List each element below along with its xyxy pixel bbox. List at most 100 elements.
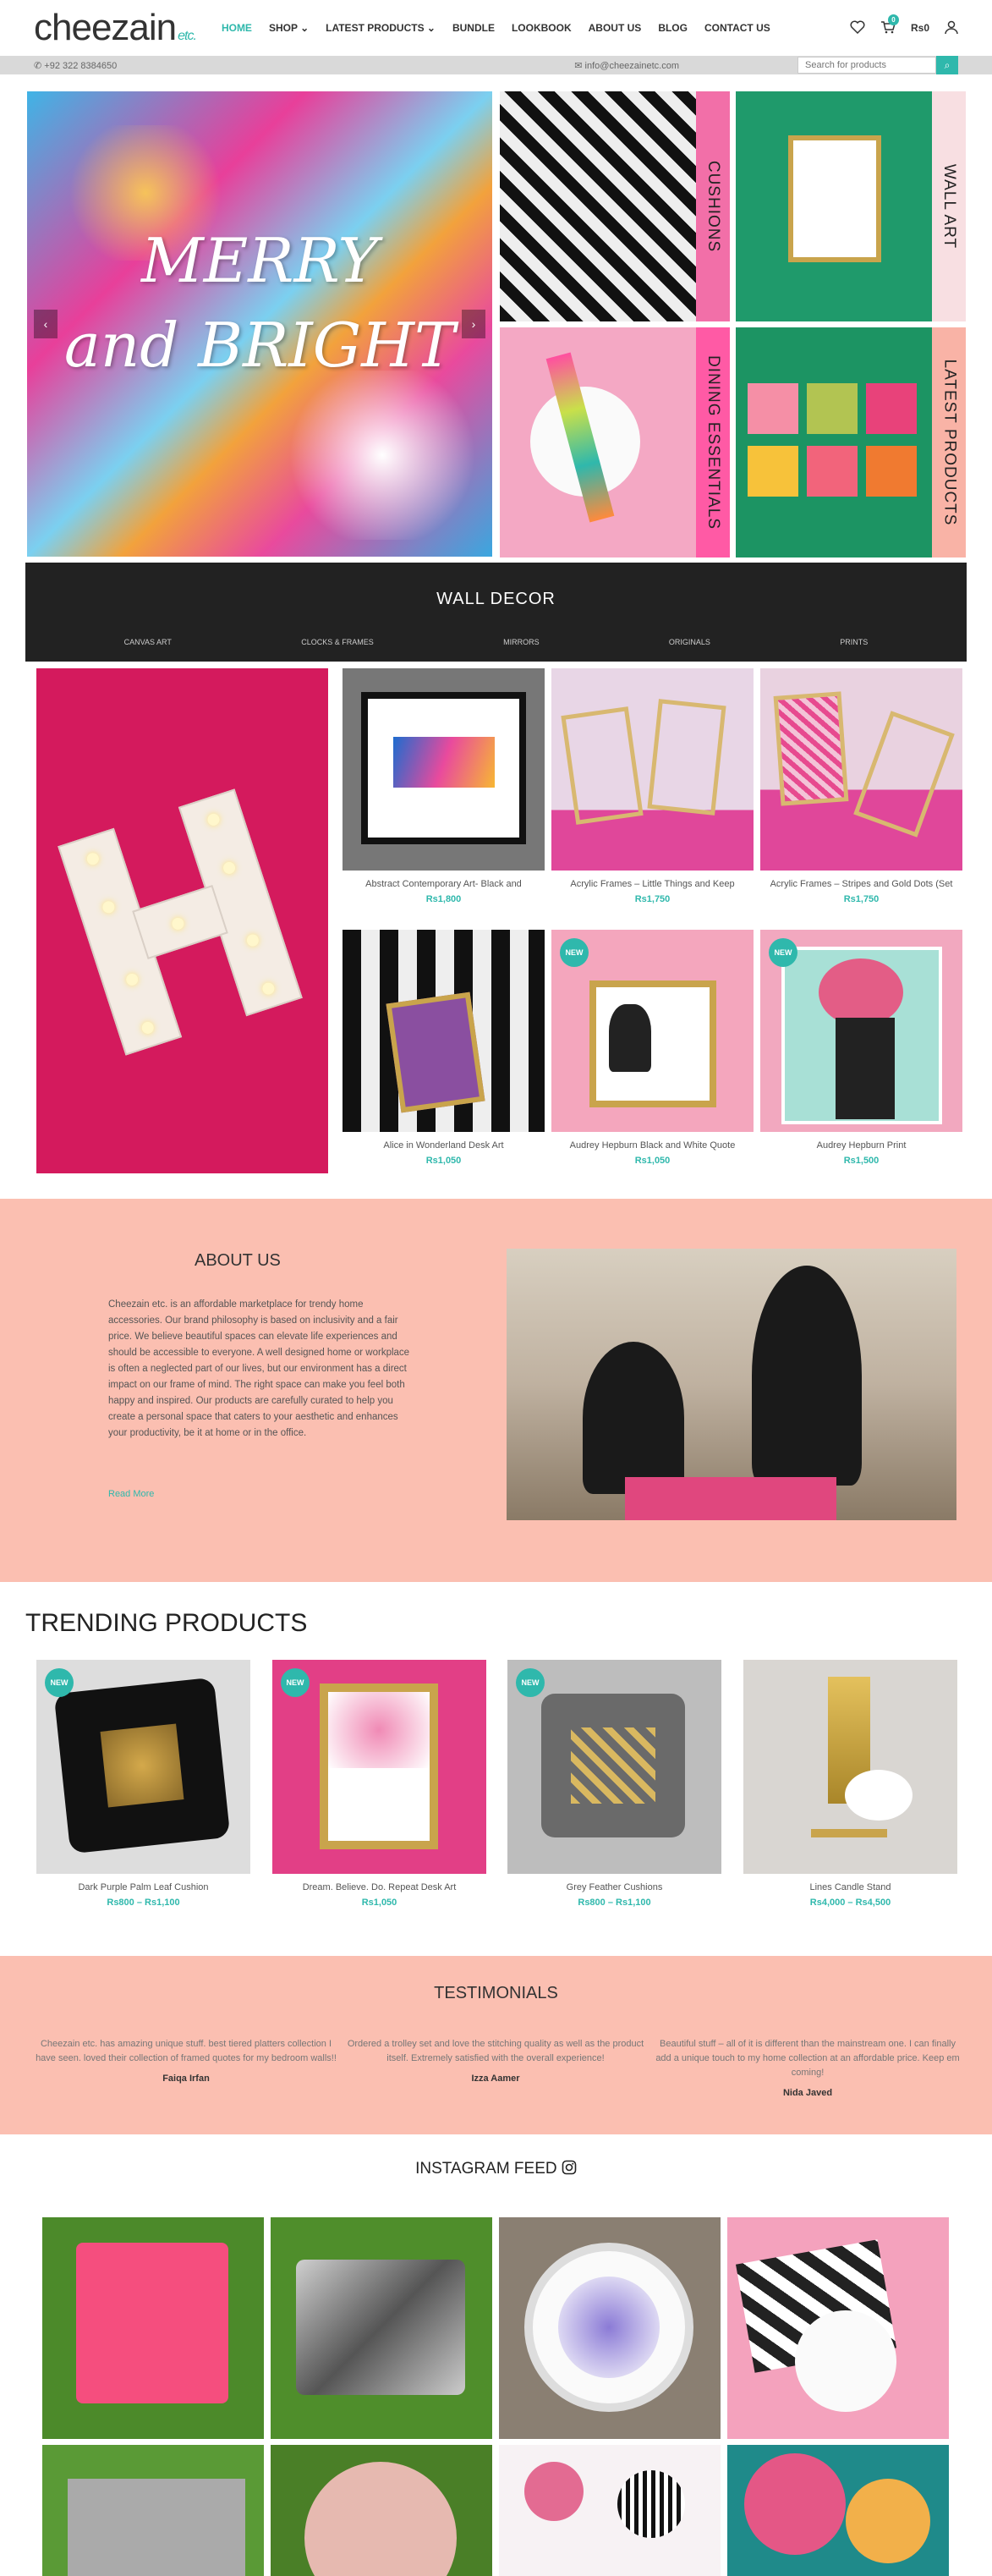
wishlist-icon[interactable] — [850, 20, 865, 36]
product-card[interactable]: NEW Audrey Hepburn Print Rs1,500 — [760, 930, 962, 1166]
product-card[interactable]: Acrylic Frames – Little Things and Keep … — [551, 668, 754, 904]
nav-latest-products[interactable]: LATEST PRODUCTS ⌄ — [326, 22, 436, 34]
slider-next-arrow[interactable]: › — [462, 310, 485, 338]
nav-home[interactable]: HOME — [222, 22, 252, 34]
product-name[interactable]: Audrey Hepburn Black and White Quote — [551, 1140, 754, 1151]
product-image — [743, 1660, 957, 1874]
product-price: Rs1,050 — [425, 1156, 462, 1166]
nav-blog[interactable]: BLOG — [658, 22, 688, 34]
nav-lookbook[interactable]: LOOKBOOK — [512, 22, 572, 34]
product-price: Rs1,050 — [634, 1156, 671, 1166]
instagram-title: INSTAGRAM FEED — [0, 2160, 992, 2178]
cart-total[interactable]: Rs0 — [911, 22, 929, 34]
nav-shop[interactable]: SHOP ⌄ — [269, 22, 309, 34]
product-name[interactable]: Acrylic Frames – Stripes and Gold Dots (… — [760, 879, 962, 889]
category-clocks-frames[interactable]: CLOCKS & FRAMES — [301, 638, 374, 646]
cushions-image — [500, 91, 696, 321]
category-tile-cushions[interactable]: CUSHIONS — [500, 91, 730, 321]
instagram-post[interactable] — [727, 2445, 949, 2576]
product-name[interactable]: Lines Candle Stand — [743, 1882, 957, 1892]
about-photo — [507, 1249, 956, 1520]
category-tile-dining[interactable]: DINING ESSENTIALS — [500, 327, 730, 557]
main-nav: HOME SHOP ⌄ LATEST PRODUCTS ⌄ BUNDLE LOO… — [222, 22, 770, 34]
hero-slide-text: MERRY and BRIGHT — [63, 225, 456, 381]
trending-card[interactable]: Lines Candle Stand Rs4,000 – Rs4,500 — [743, 1660, 957, 1908]
product-image — [343, 668, 545, 871]
product-card[interactable]: Acrylic Frames – Stripes and Gold Dots (… — [760, 668, 962, 904]
nav-contact-us[interactable]: CONTACT US — [704, 22, 770, 34]
tile-label-wall-art: WALL ART — [940, 163, 958, 250]
instagram-post[interactable] — [499, 2445, 721, 2576]
category-mirrors[interactable]: MIRRORS — [503, 638, 540, 646]
product-price: Rs4,000 – Rs4,500 — [809, 1898, 891, 1908]
instagram-post[interactable] — [499, 2217, 721, 2439]
search-icon: ⌕ — [944, 59, 951, 71]
product-name[interactable]: Dark Purple Palm Leaf Cushion — [36, 1882, 250, 1892]
product-name[interactable]: Dream. Believe. Do. Repeat Desk Art — [272, 1882, 486, 1892]
product-name[interactable]: Abstract Contemporary Art- Black and — [343, 879, 545, 889]
product-price: Rs1,800 — [425, 894, 462, 904]
testimonial-text: Beautiful stuff – all of it is different… — [655, 2039, 960, 2078]
wall-art-image — [736, 91, 932, 321]
category-tile-wall-art[interactable]: WALL ART — [736, 91, 966, 321]
trending-card[interactable]: NEW Dark Purple Palm Leaf Cushion Rs800 … — [36, 1660, 250, 1908]
category-originals[interactable]: ORIGINALS — [669, 638, 710, 646]
product-image — [343, 930, 545, 1132]
new-badge: NEW — [560, 938, 589, 967]
about-section: ABOUT US Cheezain etc. is an affordable … — [0, 1199, 992, 1582]
read-more-link[interactable]: Read More — [108, 1489, 154, 1499]
product-name[interactable]: Audrey Hepburn Print — [760, 1140, 962, 1151]
product-price: Rs1,750 — [843, 894, 880, 904]
wall-decor-feature-image[interactable] — [36, 668, 328, 1173]
product-name[interactable]: Grey Feather Cushions — [507, 1882, 721, 1892]
nav-about-us[interactable]: ABOUT US — [589, 22, 642, 34]
category-canvas-art[interactable]: CANVAS ART — [124, 638, 172, 646]
category-prints[interactable]: PRINTS — [840, 638, 868, 646]
product-image — [551, 668, 754, 871]
nav-bundle[interactable]: BUNDLE — [452, 22, 495, 34]
account-icon[interactable] — [945, 20, 958, 36]
new-badge: NEW — [45, 1668, 74, 1697]
site-logo[interactable]: cheezain etc. — [34, 7, 197, 49]
about-title: ABOUT US — [195, 1251, 281, 1270]
product-name[interactable]: Alice in Wonderland Desk Art — [343, 1140, 545, 1151]
product-card[interactable]: Abstract Contemporary Art- Black and Rs1… — [343, 668, 545, 904]
search-box: ⌕ — [797, 56, 958, 74]
trending-card[interactable]: NEW Grey Feather Cushions Rs800 – Rs1,10… — [507, 1660, 721, 1908]
hero-slider[interactable]: MERRY and BRIGHT ‹ › — [27, 91, 492, 557]
cart-button[interactable]: 0 — [880, 14, 899, 36]
product-card[interactable]: Alice in Wonderland Desk Art Rs1,050 — [343, 930, 545, 1166]
instagram-post[interactable] — [727, 2217, 949, 2439]
product-price: Rs1,500 — [843, 1156, 880, 1166]
testimonial-text: Cheezain etc. has amazing unique stuff. … — [36, 2039, 337, 2063]
product-card[interactable]: NEW Audrey Hepburn Black and White Quote… — [551, 930, 754, 1166]
about-text: Cheezain etc. is an affordable marketpla… — [108, 1299, 410, 1438]
product-price: Rs800 – Rs1,100 — [578, 1898, 651, 1908]
trending-card[interactable]: NEW Dream. Believe. Do. Repeat Desk Art … — [272, 1660, 486, 1908]
wall-decor-title: WALL DECOR — [436, 590, 556, 608]
product-name[interactable]: Acrylic Frames – Little Things and Keep — [551, 879, 754, 889]
product-price: Rs1,050 — [361, 1898, 397, 1908]
search-input[interactable] — [797, 57, 936, 74]
slider-prev-arrow[interactable]: ‹ — [34, 310, 58, 338]
instagram-post[interactable] — [42, 2445, 264, 2576]
testimonial: Ordered a trolley set and love the stitc… — [343, 2037, 648, 2086]
header-icons: 0 Rs0 — [850, 14, 958, 36]
instagram-post[interactable] — [271, 2445, 492, 2576]
product-price: Rs1,750 — [634, 894, 671, 904]
instagram-post[interactable] — [42, 2217, 264, 2439]
tile-label-cushions: CUSHIONS — [704, 160, 723, 253]
instagram-icon — [562, 2160, 577, 2175]
email-address[interactable]: ✉ info@cheezainetc.com — [574, 60, 679, 71]
wall-decor-categories: CANVAS ART CLOCKS & FRAMES MIRRORS ORIGI… — [25, 638, 967, 646]
dining-image — [500, 327, 696, 557]
new-badge: NEW — [516, 1668, 545, 1697]
testimonial-text: Ordered a trolley set and love the stitc… — [347, 2039, 644, 2063]
testimonial: Beautiful stuff – all of it is different… — [655, 2037, 960, 2101]
tile-label-latest: LATEST PRODUCTS — [940, 359, 959, 526]
wall-decor-banner: WALL DECOR CANVAS ART CLOCKS & FRAMES MI… — [25, 563, 967, 662]
category-tile-latest[interactable]: LATEST PRODUCTS — [736, 327, 966, 557]
product-price: Rs800 – Rs1,100 — [107, 1898, 180, 1908]
instagram-post[interactable] — [271, 2217, 492, 2439]
search-button[interactable]: ⌕ — [936, 56, 958, 74]
